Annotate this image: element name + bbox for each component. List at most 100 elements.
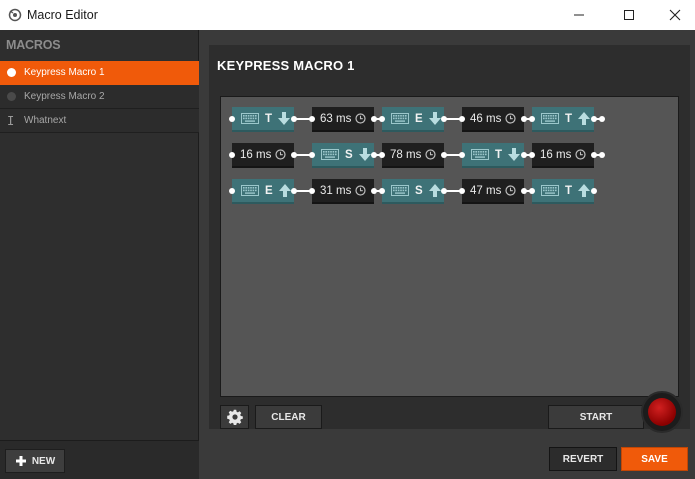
key-down-node[interactable]: E — [382, 107, 444, 132]
keyboard-icon — [541, 113, 559, 124]
keyboard-icon — [391, 185, 409, 196]
gear-icon — [226, 409, 243, 425]
keyboard-icon — [241, 113, 259, 124]
record-button[interactable] — [641, 391, 683, 433]
key-up-node[interactable]: T — [532, 107, 594, 132]
close-icon — [669, 9, 681, 21]
macro-item-whatnext[interactable]: I Whatnext — [0, 109, 199, 133]
keyboard-icon — [541, 185, 559, 196]
clear-button[interactable]: CLEAR — [255, 405, 322, 429]
macro-item-label: Keypress Macro 2 — [24, 91, 105, 102]
key-label: T — [265, 112, 273, 125]
record-icon — [648, 398, 676, 426]
delay-label: 16 ms — [540, 148, 572, 161]
delay-node[interactable]: 47 ms — [462, 179, 524, 204]
macro-editor-panel: KEYPRESS MACRO 1 T 63 ms E 46 ms T 16 ms S 78 m… — [209, 45, 690, 433]
connector-port[interactable] — [229, 116, 235, 122]
connector-port[interactable] — [599, 152, 605, 158]
connector-port[interactable] — [229, 188, 235, 194]
keyboard-icon — [471, 149, 489, 160]
macro-list: Keypress Macro 1 Keypress Macro 2 I What… — [0, 61, 199, 133]
key-up-node[interactable]: S — [382, 179, 444, 204]
connector-port[interactable] — [591, 188, 597, 194]
clock-icon — [275, 149, 286, 160]
key-down-node[interactable]: T — [462, 143, 524, 168]
macro-item-keypress-macro-1[interactable]: Keypress Macro 1 — [0, 61, 199, 85]
sidebar-header: MACROS — [6, 38, 61, 52]
connector-port[interactable] — [309, 116, 315, 122]
connector-port[interactable] — [529, 116, 535, 122]
delay-label: 16 ms — [240, 148, 272, 161]
minimize-icon — [574, 14, 584, 16]
macro-item-keypress-macro-2[interactable]: Keypress Macro 2 — [0, 85, 199, 109]
key-up-node[interactable]: T — [532, 179, 594, 204]
clock-icon — [425, 149, 436, 160]
arrow-down-icon — [358, 148, 371, 161]
connector-port[interactable] — [309, 188, 315, 194]
connector-port[interactable] — [379, 188, 385, 194]
key-down-node[interactable]: S — [312, 143, 374, 168]
key-label: E — [265, 184, 273, 197]
connector-port[interactable] — [309, 152, 315, 158]
keyboard-icon — [241, 185, 259, 196]
sidebar-footer: NEW — [0, 440, 199, 479]
connector-port[interactable] — [529, 152, 535, 158]
macro-sequence-canvas[interactable]: T 63 ms E 46 ms T 16 ms S 78 ms T 16 ms E 31 ms S 47 … — [220, 96, 679, 397]
delay-node[interactable]: 16 ms — [232, 143, 294, 168]
keyboard-icon — [391, 113, 409, 124]
close-button[interactable] — [652, 0, 695, 30]
arrow-down-icon — [278, 112, 291, 125]
window-title: Macro Editor — [27, 8, 98, 22]
save-button[interactable]: SAVE — [621, 447, 688, 471]
connector-port[interactable] — [459, 152, 465, 158]
connector-port[interactable] — [599, 116, 605, 122]
delay-label: 78 ms — [390, 148, 422, 161]
clock-icon — [355, 185, 366, 196]
delay-node[interactable]: 31 ms — [312, 179, 374, 204]
key-label: T — [495, 148, 503, 161]
text-cursor-icon: I — [7, 114, 15, 128]
arrow-up-icon — [428, 184, 441, 197]
key-label: S — [415, 184, 423, 197]
key-label: E — [415, 112, 423, 125]
start-recording-button[interactable]: START — [548, 405, 644, 429]
clock-icon — [355, 113, 366, 124]
connector-port[interactable] — [529, 188, 535, 194]
arrow-up-icon — [578, 184, 591, 197]
delay-node[interactable]: 46 ms — [462, 107, 524, 132]
key-label: T — [565, 184, 573, 197]
clock-icon — [505, 185, 516, 196]
minimize-button[interactable] — [556, 0, 602, 30]
maximize-icon — [624, 10, 634, 20]
new-macro-button[interactable]: NEW — [5, 449, 65, 473]
clock-icon — [505, 113, 516, 124]
connector-port[interactable] — [459, 188, 465, 194]
arrow-down-icon — [508, 148, 521, 161]
delay-node[interactable]: 16 ms — [532, 143, 594, 168]
revert-button[interactable]: REVERT — [549, 447, 617, 471]
connector-port[interactable] — [229, 152, 235, 158]
main-area: KEYPRESS MACRO 1 T 63 ms E 46 ms T 16 ms S 78 m… — [200, 30, 695, 479]
delay-node[interactable]: 63 ms — [312, 107, 374, 132]
connector-port[interactable] — [379, 152, 385, 158]
plus-icon — [15, 456, 26, 466]
app-logo-icon — [8, 8, 22, 22]
delay-label: 63 ms — [320, 112, 352, 125]
delay-label: 47 ms — [470, 184, 502, 197]
connector-port[interactable] — [379, 116, 385, 122]
key-down-node[interactable]: T — [232, 107, 294, 132]
delay-label: 46 ms — [470, 112, 502, 125]
connector-port[interactable] — [459, 116, 465, 122]
settings-button[interactable] — [220, 405, 249, 429]
macro-item-label: Whatnext — [24, 115, 67, 126]
delay-node[interactable]: 78 ms — [382, 143, 444, 168]
dot-icon — [7, 68, 16, 77]
key-up-node[interactable]: E — [232, 179, 294, 204]
key-label: T — [565, 112, 573, 125]
delay-label: 31 ms — [320, 184, 352, 197]
clock-icon — [575, 149, 586, 160]
arrow-up-icon — [578, 112, 591, 125]
maximize-button[interactable] — [606, 0, 652, 30]
dot-icon — [7, 92, 16, 101]
macro-item-label: Keypress Macro 1 — [24, 67, 105, 78]
